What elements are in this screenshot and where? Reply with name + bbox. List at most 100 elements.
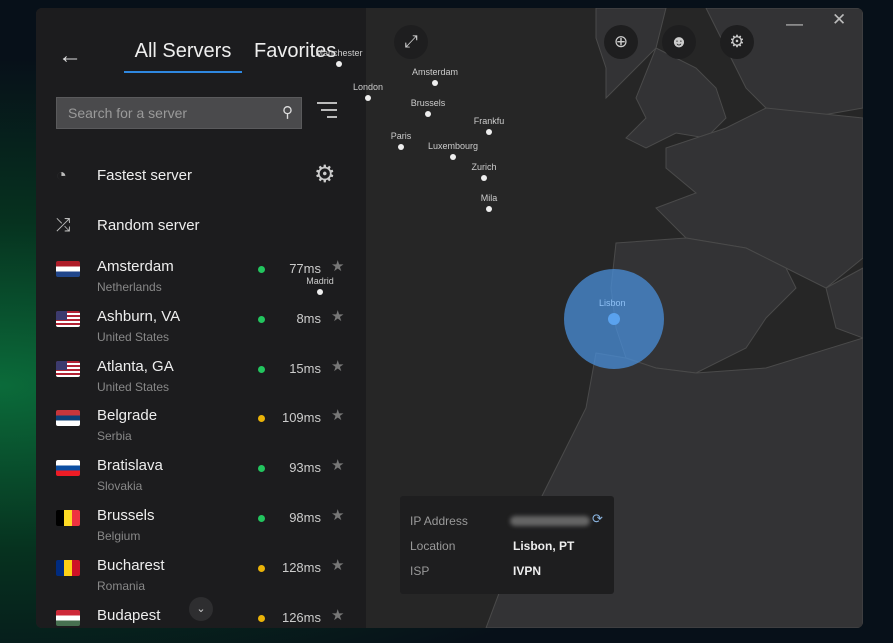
city-label: Luxembourg [427,141,479,151]
server-city: Bucharest [97,556,165,574]
server-country: Serbia [97,429,132,444]
status-dot [258,465,265,473]
refresh-icon[interactable]: ⟳ [592,511,603,527]
back-arrow-icon[interactable]: ← [58,42,82,70]
app-window: ← All Servers Favorites Search for a ser… [36,8,863,628]
status-dot [258,365,265,373]
crosshair-icon[interactable]: ⊕ [604,25,638,59]
server-country: Romania [97,578,146,593]
city-dot [486,129,492,135]
close-button[interactable]: ✕ [832,10,846,30]
city-marker[interactable]: Frankfu [459,116,519,135]
city-label: Zurich [471,162,497,172]
server-row[interactable]: Brussels Belgium 98ms ★ [36,504,366,554]
flag-icon [56,261,80,277]
city-marker[interactable]: Mila [459,193,519,212]
selected-location-label: Lisbon [599,298,626,308]
search-icon: ⚲ [282,104,293,121]
city-marker[interactable]: London [338,82,398,101]
location-value: Lisbon, PT [513,539,575,553]
city-dot [398,144,404,150]
server-row[interactable]: Belgrade Serbia 109ms ★ [36,404,366,454]
favorite-star-icon[interactable]: ★ [331,257,344,275]
city-marker[interactable]: Brussels [398,98,458,117]
server-country: Netherlands [97,280,162,294]
tab-all-servers[interactable]: All Servers [124,40,242,73]
city-label: Mila [480,193,498,203]
server-city: Ashburn, VA [97,307,181,325]
favorite-star-icon[interactable]: ★ [331,307,344,325]
city-marker[interactable]: Madrid [290,276,350,295]
collapse-icon[interactable]: ⤢ [394,25,428,59]
city-label: Brussels [410,98,446,108]
favorite-star-icon[interactable]: ★ [331,606,344,624]
status-dot [258,266,265,273]
server-country: United States [97,329,170,344]
gear-icon[interactable]: ⚙ [314,160,336,189]
server-row[interactable]: Ashburn, VA United States 8ms ★ [36,305,366,355]
favorite-star-icon[interactable]: ★ [331,357,344,375]
server-latency: 126ms [281,609,321,625]
city-label: Amsterdam [411,67,458,77]
status-dot [258,614,265,622]
status-dot [258,564,265,572]
selected-location-dot [608,313,620,325]
city-dot [425,111,431,117]
server-country: Slovakia [97,479,143,494]
favorite-star-icon[interactable]: ★ [331,506,344,524]
speedometer-icon: ◔ [56,165,67,185]
city-dot [432,80,438,86]
server-latency: 77ms [289,261,321,276]
favorite-star-icon[interactable]: ★ [331,556,344,574]
random-label: Random server [97,217,200,234]
server-latency: 98ms [289,510,321,525]
city-dot [317,289,323,295]
server-latency: 15ms [289,360,321,376]
server-city: Belgrade [97,407,158,425]
city-label: London [352,82,384,92]
server-city: Bratislava [97,457,163,475]
city-marker[interactable]: Zurich [454,162,514,181]
flag-icon [56,609,80,626]
flag-icon [56,510,80,526]
city-dot [486,206,492,212]
account-icon[interactable]: ☻ [662,25,696,59]
connection-info-panel: IP Address ⟳ Location Lisbon, PT ISP IVP… [400,496,614,594]
random-server-option[interactable]: ⤮ Random server [56,215,200,236]
isp-value: IVPN [513,564,542,578]
server-row[interactable]: Bratislava Slovakia 93ms ★ [36,454,366,504]
city-marker[interactable]: Amsterdam [405,67,465,86]
flag-icon [56,360,80,377]
search-input[interactable]: Search for a server ⚲ [56,97,302,129]
city-marker[interactable]: Luxembourg [423,141,483,160]
city-dot [336,61,342,67]
filter-icon[interactable] [317,102,337,123]
city-label: Frankfu [473,116,505,126]
favorite-star-icon[interactable]: ★ [331,456,344,474]
isp-label: ISP [410,564,430,578]
city-label: Madrid [306,276,334,286]
settings-icon[interactable]: ⚙ [720,25,754,59]
city-dot [481,175,487,181]
server-city: Atlanta, GA [97,357,174,375]
minimize-button[interactable]: — [786,14,803,34]
server-row[interactable]: Atlanta, GA United States 15ms ★ [36,355,366,405]
status-dot [258,315,265,323]
favorite-star-icon[interactable]: ★ [331,406,344,424]
city-label: Paris [390,131,412,141]
city-dot [450,154,456,160]
city-marker[interactable]: Paris [371,131,431,150]
server-city: Amsterdam [97,258,174,275]
location-label: Location [410,539,456,553]
server-latency: 109ms [281,410,321,426]
city-marker[interactable]: Manchester [309,48,369,67]
sidebar: ← All Servers Favorites Search for a ser… [36,8,366,628]
server-latency: 8ms [296,310,321,326]
city-dot [365,95,371,101]
flag-icon [56,410,80,427]
server-latency: 93ms [289,460,321,476]
server-country: Belgium [97,529,141,543]
scroll-down-button[interactable]: ⌄ [189,597,213,621]
flag-icon [56,559,80,576]
fastest-server-option[interactable]: ◔ Fastest server [56,165,192,186]
